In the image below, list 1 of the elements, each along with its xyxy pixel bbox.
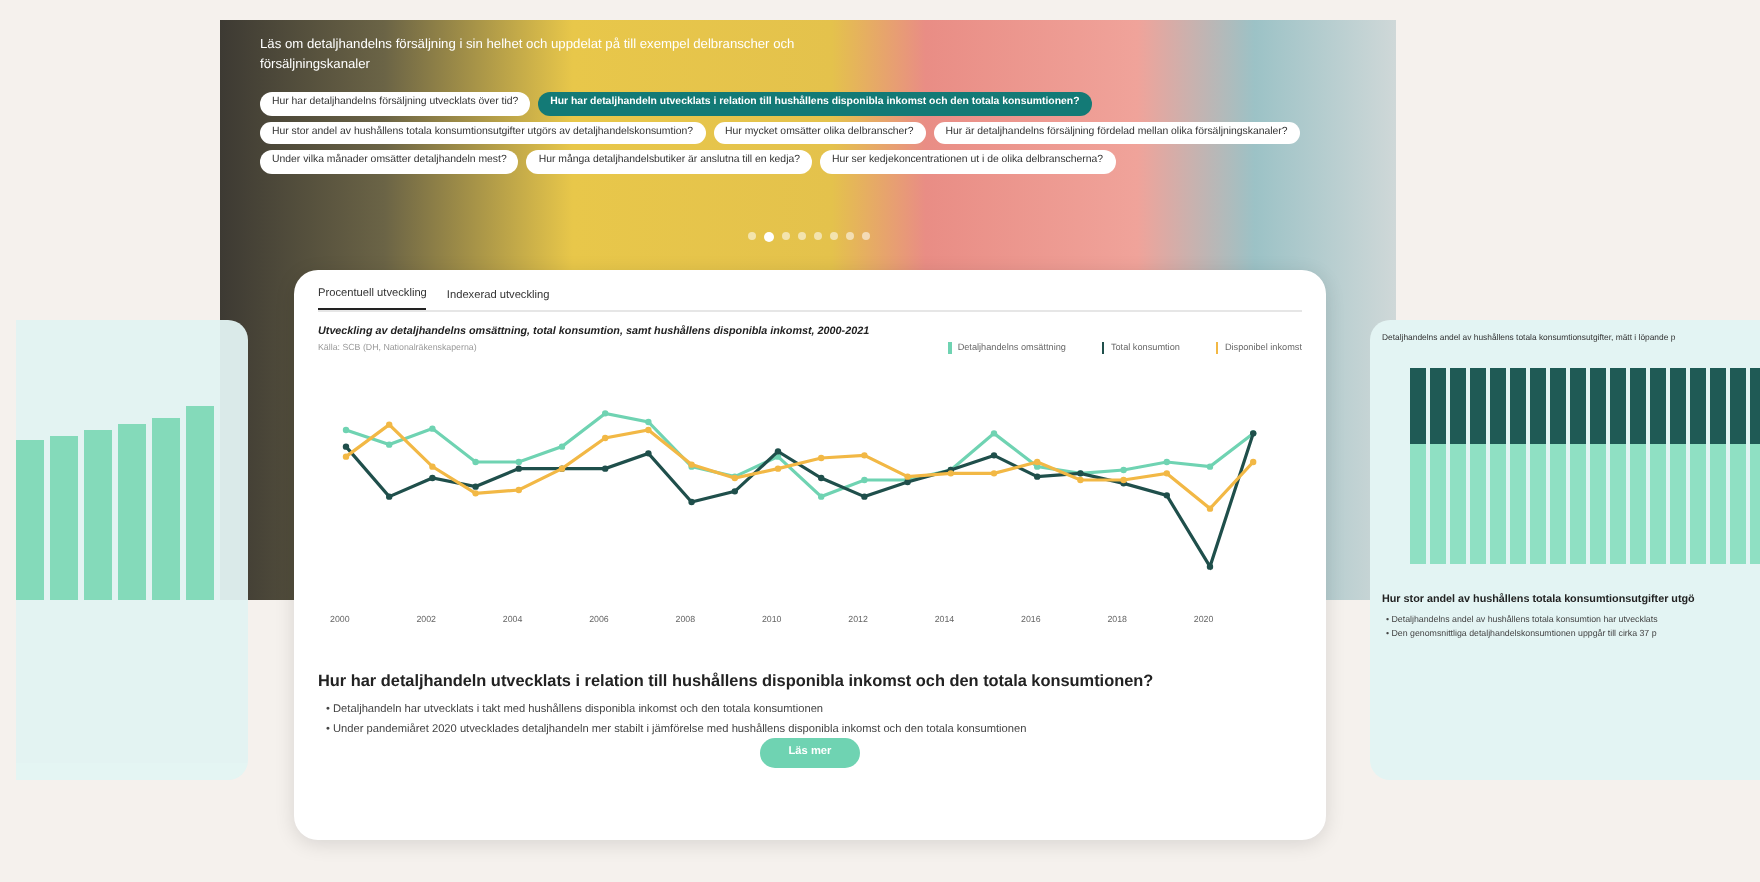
question-heading: Hur har detaljhandeln utvecklats i relation till hushållens disponibla inkomst och den totala konsumtionen? — [318, 670, 1156, 695]
